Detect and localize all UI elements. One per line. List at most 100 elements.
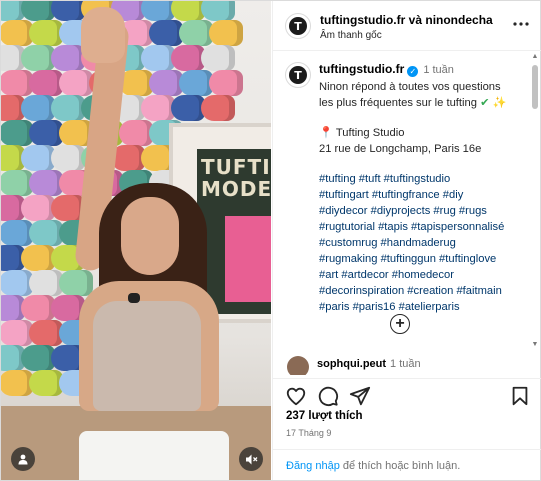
yarn-spool [149, 20, 183, 46]
yarn-spool [21, 295, 55, 321]
yarn-spool [179, 70, 213, 96]
yarn-spool [29, 220, 63, 246]
yarn-spool [29, 120, 63, 146]
person-top [93, 301, 201, 411]
caption-line: Ninon répond à toutes vos questions [319, 81, 501, 93]
yarn-spool [21, 195, 55, 221]
yarn-spool [171, 1, 205, 21]
yarn-spool [141, 1, 175, 21]
yarn-spool [51, 95, 85, 121]
account-avatar[interactable]: T [285, 13, 311, 39]
scroll-down-arrow-icon[interactable]: ▼ [531, 341, 539, 349]
tagged-users-button[interactable] [11, 447, 35, 471]
caption-text: Ninon répond à toutes vos questions les … [319, 79, 529, 315]
comment-item: sophqui.peut 1 tuần [273, 353, 541, 375]
caption-author-link[interactable]: tuftingstudio.fr [319, 62, 404, 76]
post-date[interactable]: 17 Tháng 9 [286, 428, 331, 438]
mute-toggle-button[interactable] [239, 447, 263, 471]
person-pants [79, 431, 229, 480]
and-connector: và [408, 13, 423, 27]
heart-icon [286, 387, 306, 406]
yarn-spool [21, 245, 55, 271]
comments-scrollbar[interactable]: ▲ ▼ [531, 53, 539, 353]
yarn-spool [141, 45, 175, 71]
account-name-link[interactable]: tuftingstudio.fr [320, 13, 405, 27]
yarn-spool [51, 1, 85, 21]
yarn-spool [29, 320, 63, 346]
hashtag-line[interactable]: #paris #paris16 #atelierparis [319, 299, 529, 315]
like-count[interactable]: 237 lượt thích [286, 410, 363, 422]
yarn-spool [141, 95, 175, 121]
hashtag-line[interactable]: #diydecor #diyprojects #rug #rugs [319, 203, 529, 219]
hashtag-line[interactable]: #rugmaking #tuftinggun #tuftinglove [319, 251, 529, 267]
caption-section: T tuftingstudio.fr ✓ 1 tuần Ninon répond à… [273, 52, 541, 352]
lapel-mic [128, 293, 140, 303]
scroll-up-arrow-icon[interactable]: ▲ [531, 53, 539, 61]
rug-pink-motif [225, 216, 271, 302]
check-emoji-icon: ✔ [480, 97, 490, 109]
action-bar [273, 378, 541, 408]
login-prompt: Đăng nhập để thích hoặc bình luận. [273, 449, 541, 480]
video-player[interactable]: TUFTI MODE [1, 1, 271, 480]
hashtag-line[interactable]: #rugtutorial #tapis #tapispersonnalisé [319, 219, 529, 235]
load-more-comments-button[interactable]: + [390, 314, 410, 334]
yarn-spool [21, 145, 55, 171]
more-horizontal-icon [513, 22, 529, 26]
yarn-spool [29, 70, 63, 96]
yarn-spool [201, 1, 235, 21]
yarn-spool [29, 20, 63, 46]
yarn-spool [201, 45, 235, 71]
address-line: 21 rue de Longchamp, Paris 16e [319, 143, 482, 155]
yarn-spool [51, 45, 85, 71]
bookmark-icon [512, 386, 528, 406]
hashtag-line[interactable]: #tufting #tuft #tuftingstudio [319, 171, 529, 187]
raised-hand [81, 7, 125, 63]
caption-timestamp[interactable]: 1 tuần [423, 64, 454, 76]
share-button[interactable] [349, 385, 371, 407]
yarn-spool [209, 70, 243, 96]
more-options-button[interactable] [511, 15, 531, 33]
location-line: 📍 Tufting Studio [319, 127, 405, 139]
hashtag-line[interactable]: #decorinspiration #creation #faitmain [319, 283, 529, 299]
yarn-spool [29, 170, 63, 196]
yarn-spool [21, 345, 55, 371]
yarn-spool [29, 270, 63, 296]
person-face [121, 197, 179, 275]
yarn-spool [171, 45, 205, 71]
collaborator-name-link[interactable]: ninondecha [425, 13, 492, 27]
yarn-spool [21, 1, 55, 21]
comment-header: sophqui.peut 1 tuần [317, 358, 421, 370]
hashtag-line[interactable]: #tuftingart #tuftingfrance #diy [319, 187, 529, 203]
yarn-spool [209, 20, 243, 46]
yarn-spool [119, 120, 153, 146]
post-header: T tuftingstudio.fr và ninondecha Âm than… [273, 1, 541, 51]
comment-button[interactable] [317, 385, 339, 407]
commenter-avatar[interactable] [287, 356, 309, 375]
commenter-name-link[interactable]: sophqui.peut [317, 358, 386, 370]
paper-plane-icon [349, 386, 371, 406]
audio-link[interactable]: Âm thanh gốc [320, 30, 382, 41]
caption-author-avatar[interactable]: T [285, 62, 311, 88]
yarn-spool [149, 70, 183, 96]
verified-badge-icon: ✓ [407, 66, 419, 77]
pin-emoji-icon: 📍 [319, 127, 333, 139]
yarn-spool [29, 370, 63, 396]
like-button[interactable] [285, 385, 307, 407]
rug-lettering: TUFTI MODE [201, 155, 271, 201]
sparkle-emoji-icon: ✨ [492, 97, 507, 109]
comment-bubble-icon [318, 386, 339, 407]
scroll-thumb[interactable] [532, 65, 538, 109]
yarn-spool [179, 20, 213, 46]
post-authors: tuftingstudio.fr và ninondecha [320, 13, 493, 27]
caption-line: les plus fréquentes sur le tufting ✔ ✨ [319, 97, 507, 109]
yarn-spool [51, 145, 85, 171]
yarn-spool [171, 95, 205, 121]
tufting-logo: T [289, 66, 307, 84]
hashtag-line[interactable]: #customrug #handmaderug [319, 235, 529, 251]
yarn-spool [59, 70, 93, 96]
yarn-spool [21, 45, 55, 71]
hashtag-line[interactable]: #art #artdecor #homedecor [319, 267, 529, 283]
yarn-spool [201, 95, 235, 121]
save-button[interactable] [509, 385, 531, 407]
login-link[interactable]: Đăng nhập [286, 460, 340, 472]
